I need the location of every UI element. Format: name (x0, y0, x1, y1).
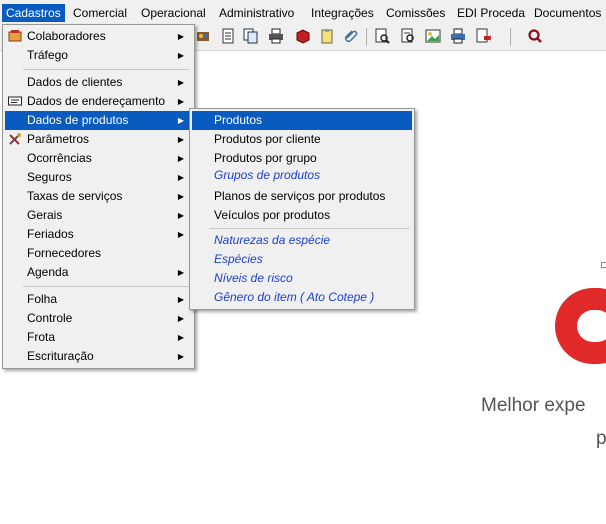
menu-item-controle[interactable]: Controle ▶ (5, 309, 192, 328)
produtos-submenu: Produtos Produtos por cliente Produtos p… (189, 108, 415, 310)
menu-edi-proceda[interactable]: EDI Proceda (453, 4, 529, 22)
menu-item-folha[interactable]: Folha ▶ (5, 290, 192, 309)
submenu-item-veiculos-por-produtos[interactable]: Veículos por produtos (192, 206, 412, 225)
users-icon (8, 30, 22, 42)
submenu-item-genero-do-item[interactable]: Gênero do item ( Ato Cotepe ) (192, 288, 412, 307)
menu-bar: Cadastros Comercial Operacional Administ… (0, 0, 606, 24)
cadastros-menu: Colaboradores ▶ Tráfego ▶ Dados de clien… (2, 24, 195, 369)
chevron-right-icon: ▶ (177, 116, 184, 125)
menu-item-ocorrencias[interactable]: Ocorrências ▶ (5, 149, 192, 168)
search-icon[interactable] (527, 28, 543, 44)
chevron-right-icon: ▶ (177, 295, 184, 304)
chevron-right-icon: ▶ (177, 211, 184, 220)
tools-icon (9, 133, 21, 145)
submenu-item-produtos[interactable]: Produtos (192, 111, 412, 130)
attachment-icon[interactable] (343, 28, 359, 44)
resize-marker (601, 262, 606, 268)
chevron-right-icon: ▶ (177, 51, 184, 60)
chevron-right-icon: ▶ (177, 230, 184, 239)
menu-item-feriados[interactable]: Feriados ▶ (5, 225, 192, 244)
menu-item-colaboradores[interactable]: Colaboradores ▶ (5, 27, 192, 46)
chevron-right-icon: ▶ (177, 135, 184, 144)
menu-item-seguros[interactable]: Seguros ▶ (5, 168, 192, 187)
menu-item-escrituracao[interactable]: Escrituração ▶ (5, 347, 192, 366)
image-icon[interactable] (425, 28, 441, 44)
menu-item-fornecedores[interactable]: Fornecedores (5, 244, 192, 263)
menu-integracoes[interactable]: Integrações (307, 4, 378, 22)
chevron-right-icon: ▶ (177, 97, 184, 106)
address-card-icon (8, 96, 22, 106)
print-preview-icon[interactable] (450, 28, 466, 44)
report-icon[interactable] (400, 28, 416, 44)
menu-item-taxas-servicos[interactable]: Taxas de serviços ▶ (5, 187, 192, 206)
menu-item-frota[interactable]: Frota ▶ (5, 328, 192, 347)
chevron-right-icon: ▶ (177, 268, 184, 277)
chevron-right-icon: ▶ (177, 154, 184, 163)
preview-icon[interactable] (374, 28, 390, 44)
chevron-right-icon: ▶ (177, 333, 184, 342)
submenu-item-planos-servicos[interactable]: Planos de serviços por produtos (192, 187, 412, 206)
welcome-text-line2: p (596, 428, 606, 449)
submenu-item-produtos-por-cliente[interactable]: Produtos por cliente (192, 130, 412, 149)
menu-item-trafego[interactable]: Tráfego ▶ (5, 46, 192, 65)
menu-separator (23, 69, 189, 70)
cube-icon[interactable] (295, 28, 311, 44)
submenu-item-naturezas-especie[interactable]: Naturezas da espécie (192, 231, 412, 250)
printer-icon[interactable] (268, 28, 284, 44)
menu-comercial[interactable]: Comercial (69, 4, 131, 22)
chevron-right-icon: ▶ (177, 78, 184, 87)
chevron-right-icon: ▶ (177, 173, 184, 182)
menu-item-dados-produtos[interactable]: Dados de produtos ▶ (5, 111, 192, 130)
clipboard-icon[interactable] (319, 28, 335, 44)
submenu-item-niveis-de-risco[interactable]: Níveis de risco (192, 269, 412, 288)
document-icon[interactable] (220, 28, 236, 44)
toolbar-separator (366, 28, 367, 46)
menu-item-dados-enderecamento[interactable]: Dados de endereçamento ▶ (5, 92, 192, 111)
menu-item-dados-clientes[interactable]: Dados de clientes ▶ (5, 73, 192, 92)
menu-item-agenda[interactable]: Agenda ▶ (5, 263, 192, 282)
toolbar-separator (510, 28, 511, 46)
export-icon[interactable] (475, 28, 491, 44)
menu-item-gerais[interactable]: Gerais ▶ (5, 206, 192, 225)
welcome-text: Melhor expe (481, 395, 586, 416)
submenu-item-especies[interactable]: Espécies (192, 250, 412, 269)
copy-icon[interactable] (243, 28, 259, 44)
chevron-right-icon: ▶ (177, 192, 184, 201)
chevron-right-icon: ▶ (177, 32, 184, 41)
chevron-right-icon: ▶ (177, 314, 184, 323)
chevron-right-icon: ▶ (177, 352, 184, 361)
menu-separator (23, 286, 189, 287)
menu-administrativo[interactable]: Administrativo (215, 4, 298, 22)
menu-item-parametros[interactable]: Parâmetros ▶ (5, 130, 192, 149)
menu-separator (210, 228, 410, 229)
submenu-item-grupos-de-produtos[interactable]: Grupos de produtos (192, 166, 412, 185)
menu-cadastros[interactable]: Cadastros (2, 4, 65, 22)
menu-documentos[interactable]: Documentos (530, 4, 605, 22)
palette-icon[interactable] (196, 28, 212, 44)
menu-operacional[interactable]: Operacional (137, 4, 210, 22)
menu-comissoes[interactable]: Comissões (382, 4, 449, 22)
